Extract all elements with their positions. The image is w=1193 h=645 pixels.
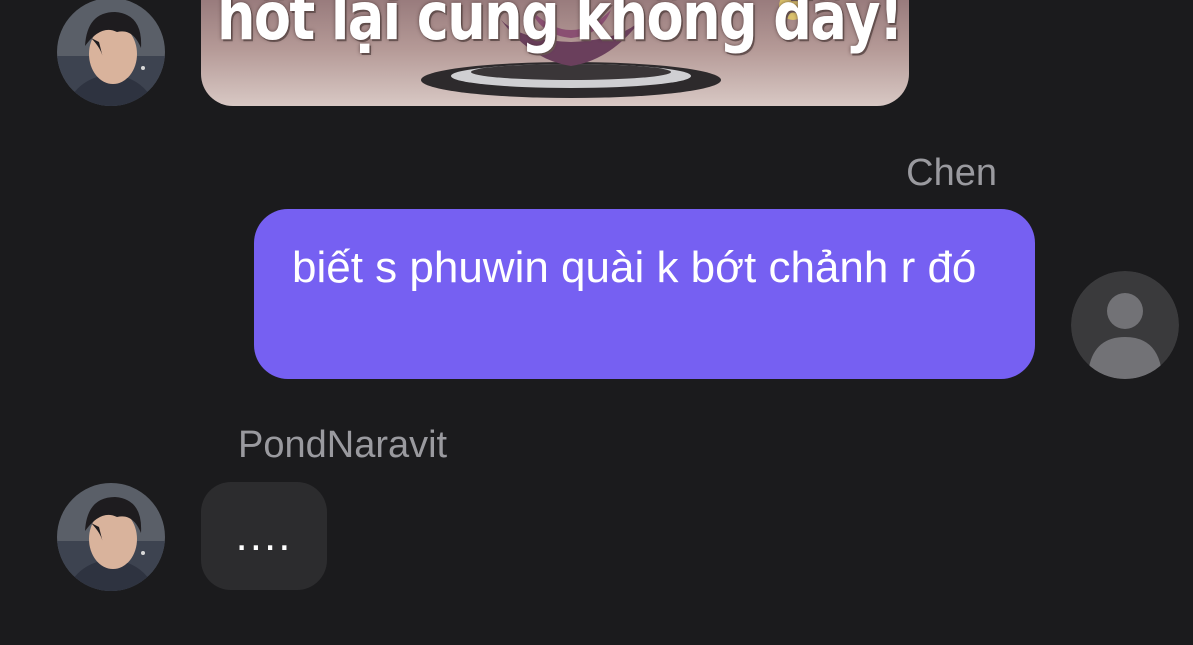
incoming-message-bubble[interactable]: .... [201, 482, 327, 590]
default-person-avatar-icon[interactable] [1071, 271, 1179, 379]
contact-avatar[interactable] [57, 0, 165, 106]
contact-avatar[interactable] [57, 483, 165, 591]
sender-name: PondNaravit [238, 424, 448, 466]
meme-caption: hốt lại cũng không đầy! [217, 0, 904, 55]
chat-thread: hốt lại cũng không đầy! Chen biết s phuw… [0, 0, 1193, 645]
outgoing-message-bubble[interactable]: biết s phuwin quài k bớt chảnh r đó [254, 209, 1035, 379]
image-message[interactable]: hốt lại cũng không đầy! [201, 0, 909, 106]
sender-name: Chen [906, 152, 997, 194]
